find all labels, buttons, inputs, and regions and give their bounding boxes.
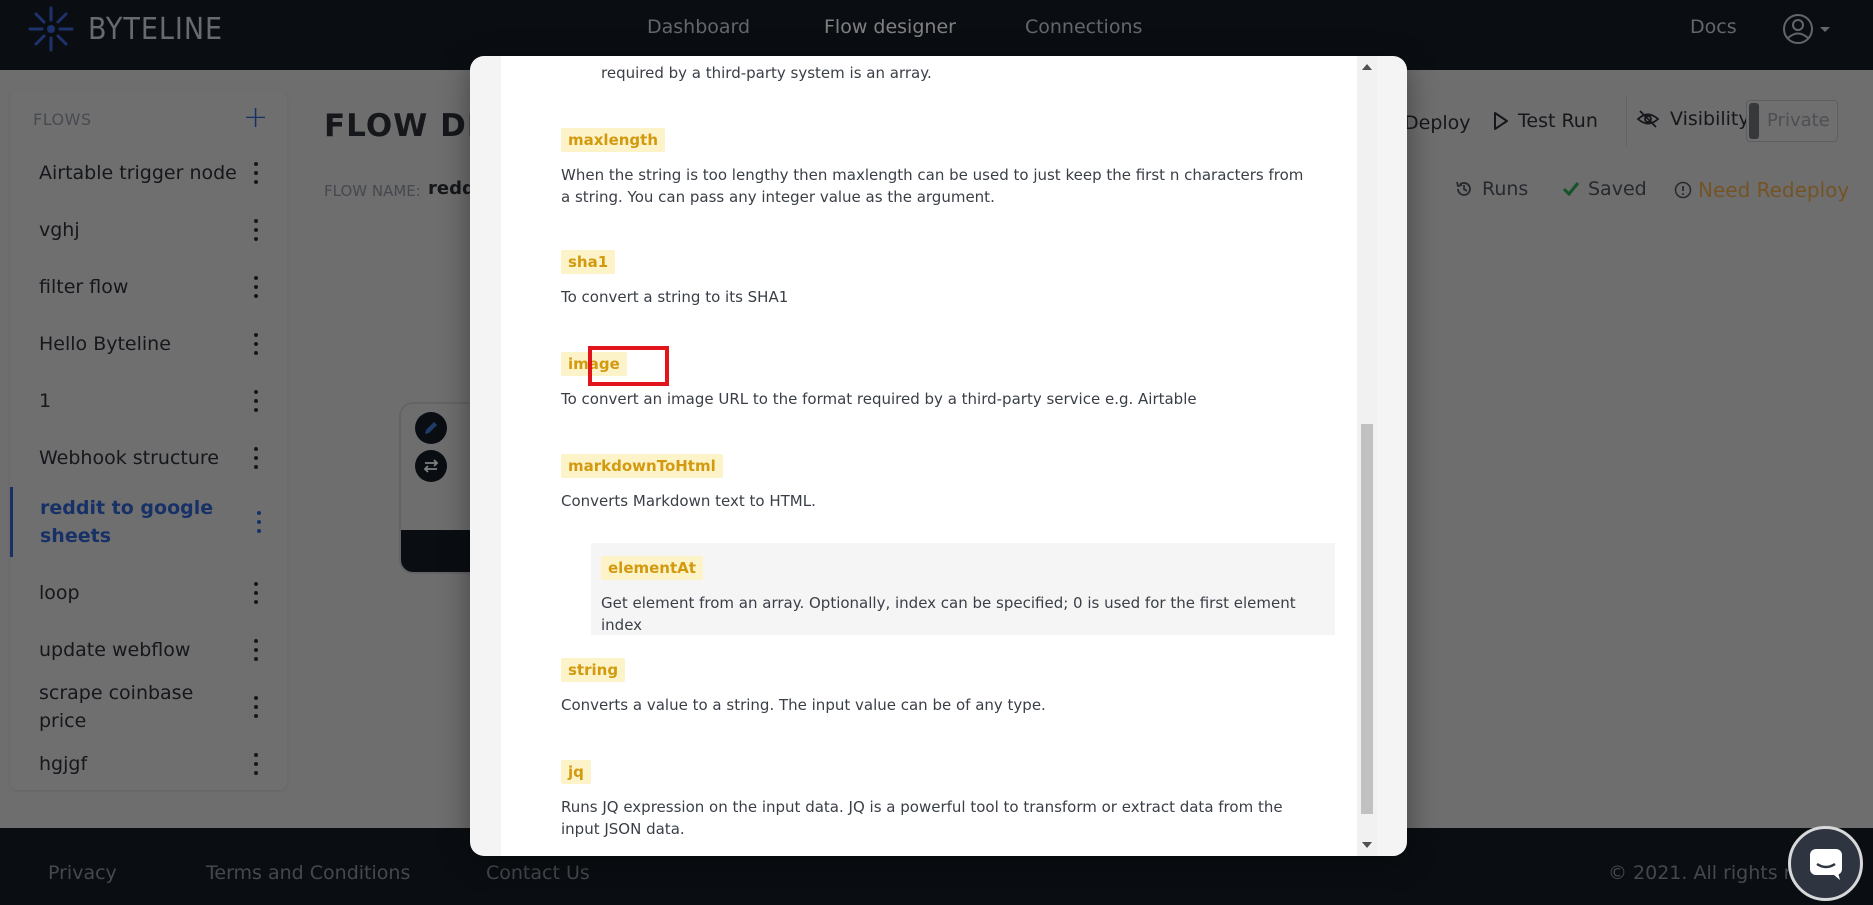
function-entry-hovered[interactable]: elementAt Get element from an array. Opt… [591, 543, 1335, 635]
function-entry[interactable]: jq Runs JQ expression on the input data.… [561, 760, 1306, 840]
selected-function-highlight [588, 346, 669, 386]
scroll-up-icon[interactable] [1362, 64, 1372, 70]
function-name: maxlength [561, 128, 666, 152]
function-name: elementAt [601, 556, 703, 580]
partial-description: required by a third-party system is an a… [601, 64, 932, 82]
function-name: sha1 [561, 250, 616, 274]
scrollbar-thumb[interactable] [1361, 424, 1373, 814]
function-description: Converts a value to a string. The input … [561, 696, 1046, 714]
function-entry[interactable]: string Converts a value to a string. The… [561, 658, 1306, 716]
function-description: To convert an image URL to the format re… [561, 390, 1197, 408]
function-entry[interactable]: markdownToHtml Converts Markdown text to… [561, 454, 1306, 512]
function-description: To convert a string to its SHA1 [561, 288, 789, 306]
function-entry[interactable]: sha1 To convert a string to its SHA1 [561, 250, 1306, 308]
function-name: jq [561, 760, 591, 784]
function-description: Runs JQ expression on the input data. JQ… [561, 798, 1283, 838]
function-description: Converts Markdown text to HTML. [561, 492, 816, 510]
chat-launcher-button[interactable] [1788, 826, 1863, 901]
function-description: When the string is too lengthy then maxl… [561, 166, 1304, 206]
functions-modal: required by a third-party system is an a… [470, 56, 1407, 856]
modal-scrollbar[interactable] [1357, 56, 1377, 856]
scroll-down-icon[interactable] [1362, 842, 1372, 848]
function-entry[interactable]: image To convert an image URL to the for… [561, 352, 1306, 410]
chat-icon [1809, 848, 1842, 880]
function-description: Get element from an array. Optionally, i… [601, 594, 1296, 634]
function-entry[interactable]: maxlength When the string is too lengthy… [561, 128, 1306, 208]
function-name: string [561, 658, 626, 682]
function-name: markdownToHtml [561, 454, 723, 478]
